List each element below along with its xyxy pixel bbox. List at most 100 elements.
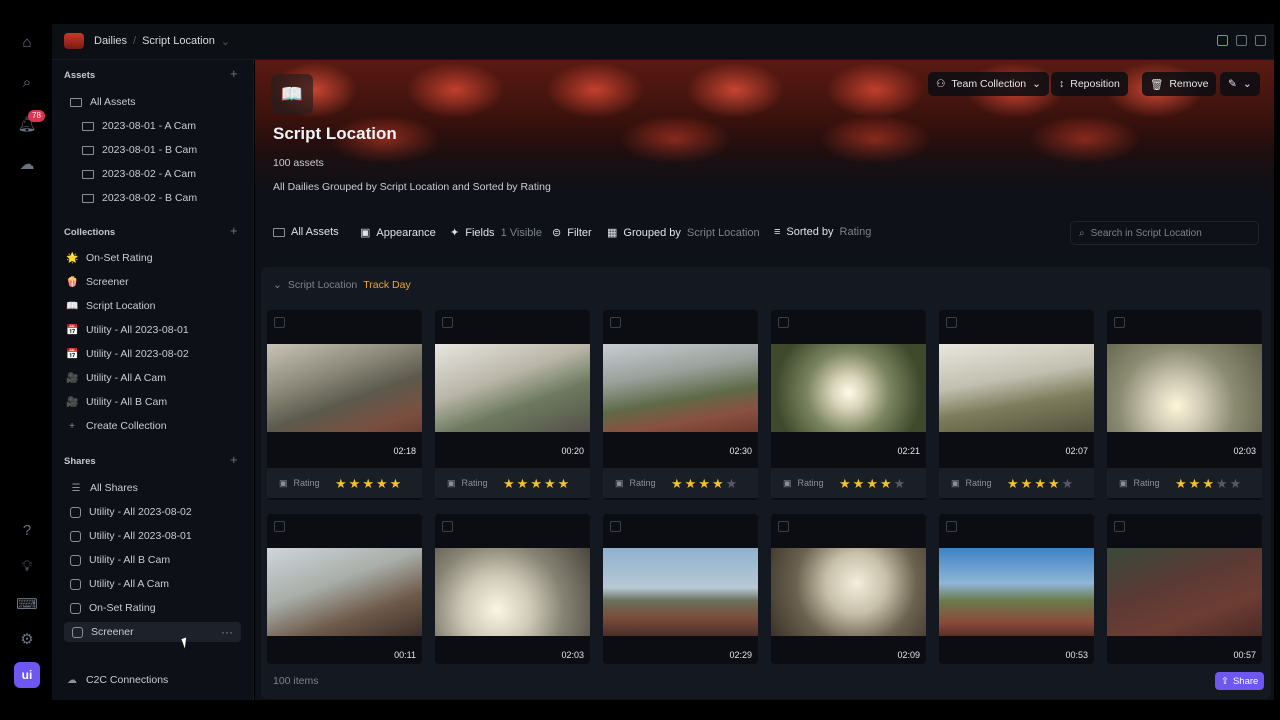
star-filled-icon[interactable]: ★ (544, 477, 556, 490)
star-filled-icon[interactable]: ★ (558, 477, 570, 490)
rating-stars[interactable]: ★ ★ ★ ★ ★ (1175, 477, 1241, 490)
app-logo[interactable]: ui (14, 662, 40, 688)
sidebar-item-share[interactable]: Utility - All 2023-08-02 (70, 503, 192, 521)
asset-card[interactable]: 00:20 ▣ Rating ★ ★ ★ ★ ★ (435, 310, 590, 500)
sort-by-button[interactable]: ≡ Sorted by Rating (774, 226, 871, 238)
select-checkbox[interactable] (610, 521, 621, 532)
sidebar-item-collection[interactable]: 📖 Script Location (66, 297, 155, 315)
video-thumbnail[interactable] (267, 548, 422, 636)
star-filled-icon[interactable]: ★ (866, 477, 878, 490)
sidebar-item-share-selected[interactable]: Screener ··· (64, 622, 241, 642)
add-asset-folder-button[interactable]: + (230, 66, 238, 81)
search-icon[interactable]: ⌕ (17, 72, 37, 92)
rating-stars[interactable]: ★ ★ ★ ★ ★ (1007, 477, 1073, 490)
asset-card[interactable]: 02:03 (435, 514, 590, 664)
rating-stars[interactable]: ★ ★ ★ ★ ★ (839, 477, 905, 490)
star-empty-icon[interactable]: ★ (1062, 477, 1074, 490)
star-empty-icon[interactable]: ★ (1216, 477, 1228, 490)
sidebar-item-all-shares[interactable]: ☰ All Shares (70, 479, 138, 497)
star-filled-icon[interactable]: ★ (880, 477, 892, 490)
layout-left-icon[interactable] (1217, 35, 1228, 46)
sidebar-item-folder[interactable]: 2023-08-01 - B Cam (82, 141, 197, 159)
select-checkbox[interactable] (778, 317, 789, 328)
help-icon[interactable]: ? (17, 520, 37, 540)
star-filled-icon[interactable]: ★ (349, 477, 361, 490)
share-button[interactable]: ⇪ Share (1215, 672, 1265, 690)
more-options-icon[interactable]: ··· (221, 625, 233, 639)
star-empty-icon[interactable]: ★ (1230, 477, 1242, 490)
sidebar-item-folder[interactable]: 2023-08-02 - B Cam (82, 189, 197, 207)
star-filled-icon[interactable]: ★ (1021, 477, 1033, 490)
sidebar-item-collection[interactable]: 🎥 Utility - All B Cam (66, 393, 167, 411)
star-filled-icon[interactable]: ★ (671, 477, 683, 490)
lightbulb-icon[interactable]: 💡︎ (17, 556, 37, 576)
rating-stars[interactable]: ★ ★ ★ ★ ★ (671, 477, 737, 490)
star-filled-icon[interactable]: ★ (362, 477, 374, 490)
edit-menu-button[interactable]: ✎ ⌄ (1220, 72, 1260, 96)
video-thumbnail[interactable] (771, 344, 926, 432)
asset-card[interactable]: 02:30 ▣ Rating ★ ★ ★ ★ ★ (603, 310, 758, 500)
star-filled-icon[interactable]: ★ (685, 477, 697, 490)
sidebar-item-collection[interactable]: 🌟 On-Set Rating (66, 249, 153, 267)
team-collection-button[interactable]: ⚇ Team Collection ⌄ (928, 72, 1049, 96)
rating-stars[interactable]: ★ ★ ★ ★ ★ (335, 477, 401, 490)
star-filled-icon[interactable]: ★ (390, 477, 402, 490)
sidebar-item-folder[interactable]: 2023-08-01 - A Cam (82, 117, 196, 135)
video-thumbnail[interactable] (435, 548, 590, 636)
asset-card[interactable]: 02:18 ▣ Rating ★ ★ ★ ★ ★ (267, 310, 422, 500)
keyboard-icon[interactable]: ⌨ (16, 594, 38, 614)
star-empty-icon[interactable]: ★ (726, 477, 738, 490)
breadcrumb-page[interactable]: Script Location (142, 35, 215, 47)
asset-card[interactable]: 02:03 ▣ Rating ★ ★ ★ ★ ★ (1107, 310, 1262, 500)
c2c-connections-link[interactable]: ☁ C2C Connections (66, 671, 168, 689)
sidebar-item-collection[interactable]: 📅 Utility - All 2023-08-02 (66, 345, 189, 363)
select-checkbox[interactable] (274, 317, 285, 328)
video-thumbnail[interactable] (603, 548, 758, 636)
appearance-button[interactable]: ▣ Appearance (360, 226, 436, 240)
sidebar-item-collection[interactable]: 📅 Utility - All 2023-08-01 (66, 321, 189, 339)
search-input[interactable]: ⌕ Search in Script Location (1070, 221, 1259, 245)
video-thumbnail[interactable] (603, 344, 758, 432)
star-filled-icon[interactable]: ★ (1007, 477, 1019, 490)
star-filled-icon[interactable]: ★ (1202, 477, 1214, 490)
video-thumbnail[interactable] (435, 344, 590, 432)
star-filled-icon[interactable]: ★ (335, 477, 347, 490)
asset-card[interactable]: 00:53 (939, 514, 1094, 664)
star-filled-icon[interactable]: ★ (530, 477, 542, 490)
asset-card[interactable]: 00:57 (1107, 514, 1262, 664)
sidebar-item-collection[interactable]: 🎥 Utility - All A Cam (66, 369, 166, 387)
sidebar-item-share[interactable]: Utility - All B Cam (70, 551, 170, 569)
select-checkbox[interactable] (1114, 521, 1125, 532)
asset-card[interactable]: 02:07 ▣ Rating ★ ★ ★ ★ ★ (939, 310, 1094, 500)
star-filled-icon[interactable]: ★ (853, 477, 865, 490)
star-filled-icon[interactable]: ★ (376, 477, 388, 490)
add-collection-button[interactable]: + (230, 223, 238, 238)
reposition-button[interactable]: ↕ Reposition (1051, 72, 1128, 96)
star-filled-icon[interactable]: ★ (839, 477, 851, 490)
add-share-button[interactable]: + (230, 452, 238, 467)
asset-card[interactable]: 02:09 (771, 514, 926, 664)
select-checkbox[interactable] (946, 317, 957, 328)
asset-card[interactable]: 00:11 (267, 514, 422, 664)
chevron-down-icon[interactable]: ⌄ (221, 35, 230, 48)
sidebar-item-share[interactable]: Utility - All 2023-08-01 (70, 527, 192, 545)
select-checkbox[interactable] (274, 521, 285, 532)
all-assets-button[interactable]: All Assets (273, 226, 339, 238)
star-filled-icon[interactable]: ★ (1175, 477, 1187, 490)
layout-right-icon[interactable] (1255, 35, 1266, 46)
star-filled-icon[interactable]: ★ (1189, 477, 1201, 490)
sidebar-item-share[interactable]: On-Set Rating (70, 599, 156, 617)
asset-card[interactable]: 02:29 (603, 514, 758, 664)
settings-icon[interactable]: ⚙ (17, 629, 37, 649)
star-filled-icon[interactable]: ★ (1034, 477, 1046, 490)
select-checkbox[interactable] (946, 521, 957, 532)
rating-stars[interactable]: ★ ★ ★ ★ ★ (503, 477, 569, 490)
asset-card[interactable]: 02:21 ▣ Rating ★ ★ ★ ★ ★ (771, 310, 926, 500)
select-checkbox[interactable] (610, 317, 621, 328)
video-thumbnail[interactable] (267, 344, 422, 432)
star-filled-icon[interactable]: ★ (712, 477, 724, 490)
create-collection-button[interactable]: + Create Collection (66, 417, 166, 435)
home-icon[interactable]: ⌂ (17, 32, 37, 52)
fields-button[interactable]: ✦ Fields 1 Visible (450, 226, 542, 240)
sidebar-item-collection[interactable]: 🍿 Screener (66, 273, 129, 291)
